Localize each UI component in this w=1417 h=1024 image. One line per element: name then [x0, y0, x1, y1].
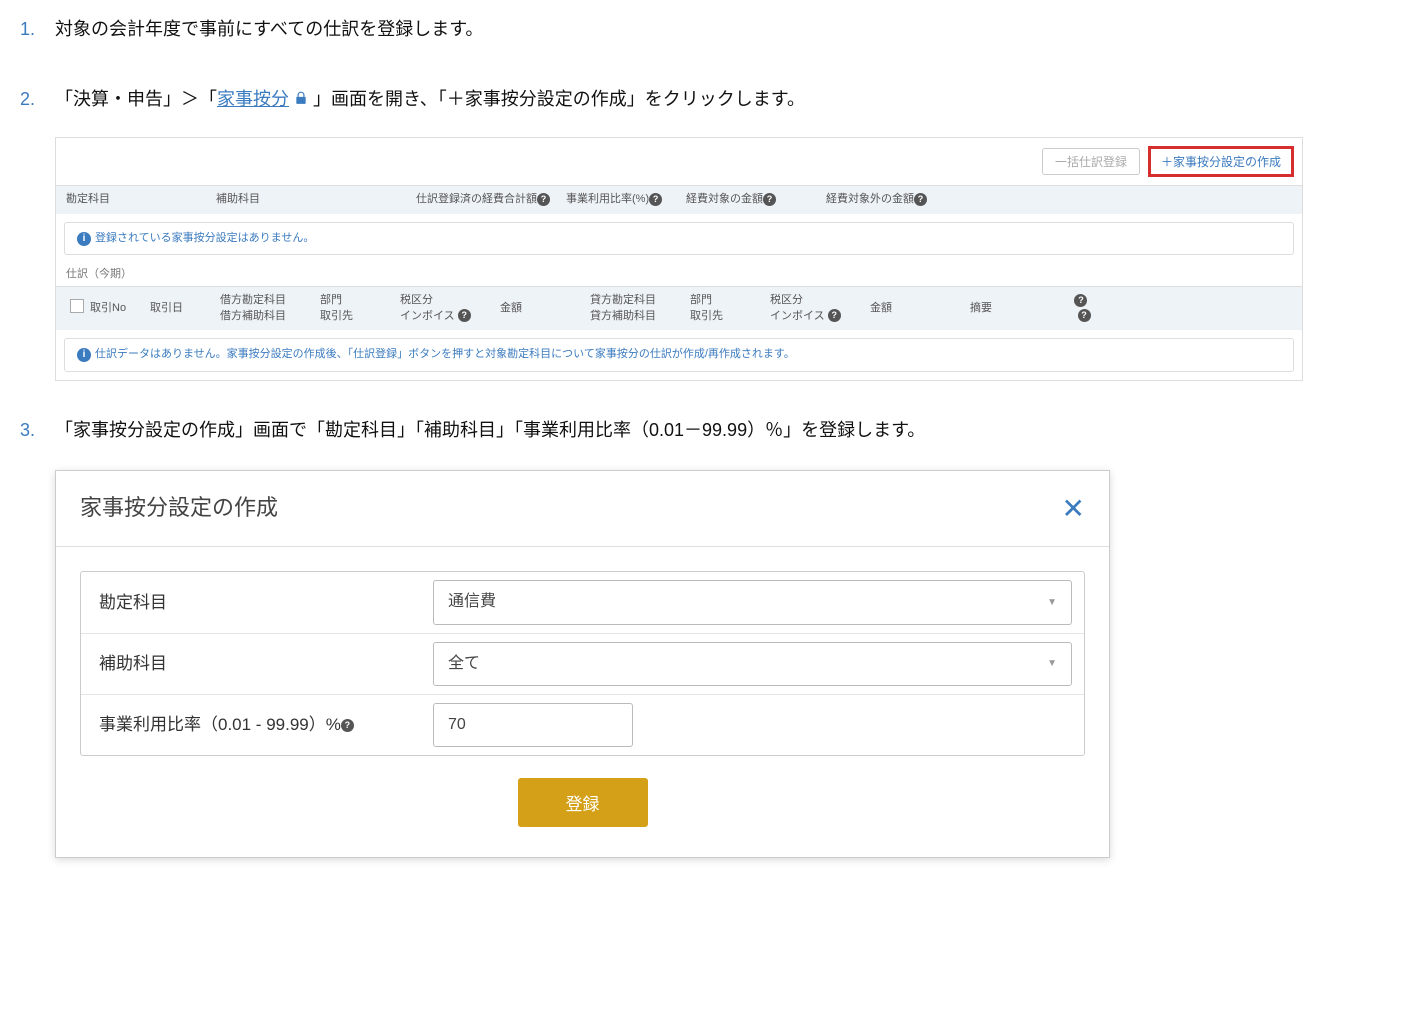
modal-body: 勘定科目 通信費 ▼ 補助科目 全て	[56, 547, 1109, 857]
step-3: 「家事按分設定の作成」画面で「勘定科目」「補助科目」「事業利用比率（0.01－9…	[20, 411, 1397, 859]
label-kanjo: 勘定科目	[81, 577, 421, 629]
row-kanjo: 勘定科目 通信費 ▼	[81, 572, 1084, 633]
help-icon[interactable]: ?	[828, 309, 841, 322]
empty-message-2: i仕訳データはありません。家事按分設定の作成後、「仕訳登録」ボタンを押すと対象勘…	[64, 338, 1294, 371]
col-keihi: 仕訳登録済の経費合計額?	[416, 192, 566, 207]
info-icon: i	[77, 232, 91, 246]
bulk-register-button[interactable]: 一括仕訳登録	[1042, 148, 1140, 175]
field-kanjo: 通信費 ▼	[421, 572, 1084, 632]
col-gaito: 経費対象外の金額?	[826, 192, 976, 207]
help-icon[interactable]: ?	[1074, 294, 1087, 307]
chevron-down-icon: ▼	[1047, 657, 1057, 671]
col-zeikubun: 税区分 インボイス ?	[394, 293, 494, 324]
step-1: 対象の会計年度で事前にすべての仕訳を登録します。	[20, 10, 1397, 50]
step-2-pre: 「決算・申告」＞「	[55, 89, 217, 109]
modal-title: 家事按分設定の作成	[80, 493, 278, 524]
help-icon[interactable]: ?	[341, 719, 354, 732]
col-taisho: 経費対象の金額?	[686, 192, 826, 207]
col-torihikibi: 取引日	[144, 301, 214, 316]
col-torihikino: 取引No	[84, 301, 144, 316]
screenshot-settings-list: 一括仕訳登録 ＋家事按分設定の作成 勘定科目 補助科目 仕訳登録済の経費合計額?…	[55, 137, 1303, 380]
col-tekiyo: 摘要	[964, 301, 1064, 316]
col-karikata: 借方勘定科目 借方補助科目	[214, 293, 314, 324]
form-table: 勘定科目 通信費 ▼ 補助科目 全て	[80, 571, 1085, 756]
row-ratio: 事業利用比率（0.01 - 99.99）%? 70	[81, 695, 1084, 755]
field-hojo: 全て ▼	[421, 634, 1084, 694]
close-icon[interactable]: ✕	[1062, 489, 1085, 528]
select-hojo[interactable]: 全て ▼	[433, 642, 1072, 686]
field-ratio: 70	[421, 695, 1084, 755]
col-kanjo: 勘定科目	[66, 192, 216, 207]
col-bumon: 部門 取引先	[314, 293, 394, 324]
col-riyou: 事業利用比率(%)?	[566, 192, 686, 207]
col-kingaku1: 金額	[494, 301, 584, 316]
submit-row: 登録	[80, 756, 1085, 833]
col-bumon2: 部門 取引先	[684, 293, 764, 324]
col-zeikubun2: 税区分 インボイス ?	[764, 293, 864, 324]
select-kanjo[interactable]: 通信費 ▼	[433, 580, 1072, 624]
info-icon: i	[77, 348, 91, 362]
label-hojo: 補助科目	[81, 638, 421, 690]
modal-header: 家事按分設定の作成 ✕	[56, 471, 1109, 547]
checkbox-all[interactable]	[70, 299, 84, 313]
submit-button[interactable]: 登録	[518, 778, 648, 827]
step-2: 「決算・申告」＞「家事按分 」画面を開き、「＋家事按分設定の作成」をクリックしま…	[20, 80, 1397, 381]
create-setting-button[interactable]: ＋家事按分設定の作成	[1148, 146, 1294, 177]
step-3-text: 「家事按分設定の作成」画面で「勘定科目」「補助科目」「事業利用比率（0.01－9…	[55, 420, 925, 440]
col-help: ? ?	[1064, 293, 1104, 324]
help-icon[interactable]: ?	[649, 193, 662, 206]
label-ratio: 事業利用比率（0.01 - 99.99）%?	[81, 699, 421, 751]
help-icon[interactable]: ?	[914, 193, 927, 206]
chevron-down-icon: ▼	[1047, 596, 1057, 610]
col-kingaku2: 金額	[864, 301, 964, 316]
empty-message-1: i登録されている家事按分設定はありません。	[64, 222, 1294, 255]
help-icon[interactable]: ?	[537, 193, 550, 206]
toolbar: 一括仕訳登録 ＋家事按分設定の作成	[56, 138, 1302, 185]
help-icon[interactable]: ?	[763, 193, 776, 206]
screenshot-create-modal: 家事按分設定の作成 ✕ 勘定科目 通信費 ▼ 補	[55, 470, 1110, 858]
row-hojo: 補助科目 全て ▼	[81, 634, 1084, 695]
lock-icon	[294, 83, 308, 118]
settings-table-header: 勘定科目 補助科目 仕訳登録済の経費合計額? 事業利用比率(%)? 経費対象の金…	[56, 185, 1302, 213]
help-icon[interactable]: ?	[1078, 309, 1091, 322]
step-1-text: 対象の会計年度で事前にすべての仕訳を登録します。	[55, 19, 483, 39]
section-label: 仕訳（今期）	[56, 263, 1302, 286]
col-hojo: 補助科目	[216, 192, 416, 207]
help-icon[interactable]: ?	[458, 309, 471, 322]
kaji-anbun-link[interactable]: 家事按分	[217, 89, 289, 109]
input-ratio[interactable]: 70	[433, 703, 633, 747]
col-kashikata: 貸方勘定科目 貸方補助科目	[584, 293, 684, 324]
col-check	[64, 299, 84, 318]
journal-table-header: 取引No 取引日 借方勘定科目 借方補助科目 部門 取引先 税区分 インボイス …	[56, 286, 1302, 330]
step-2-post: 」画面を開き、「＋家事按分設定の作成」をクリックします。	[313, 89, 805, 109]
